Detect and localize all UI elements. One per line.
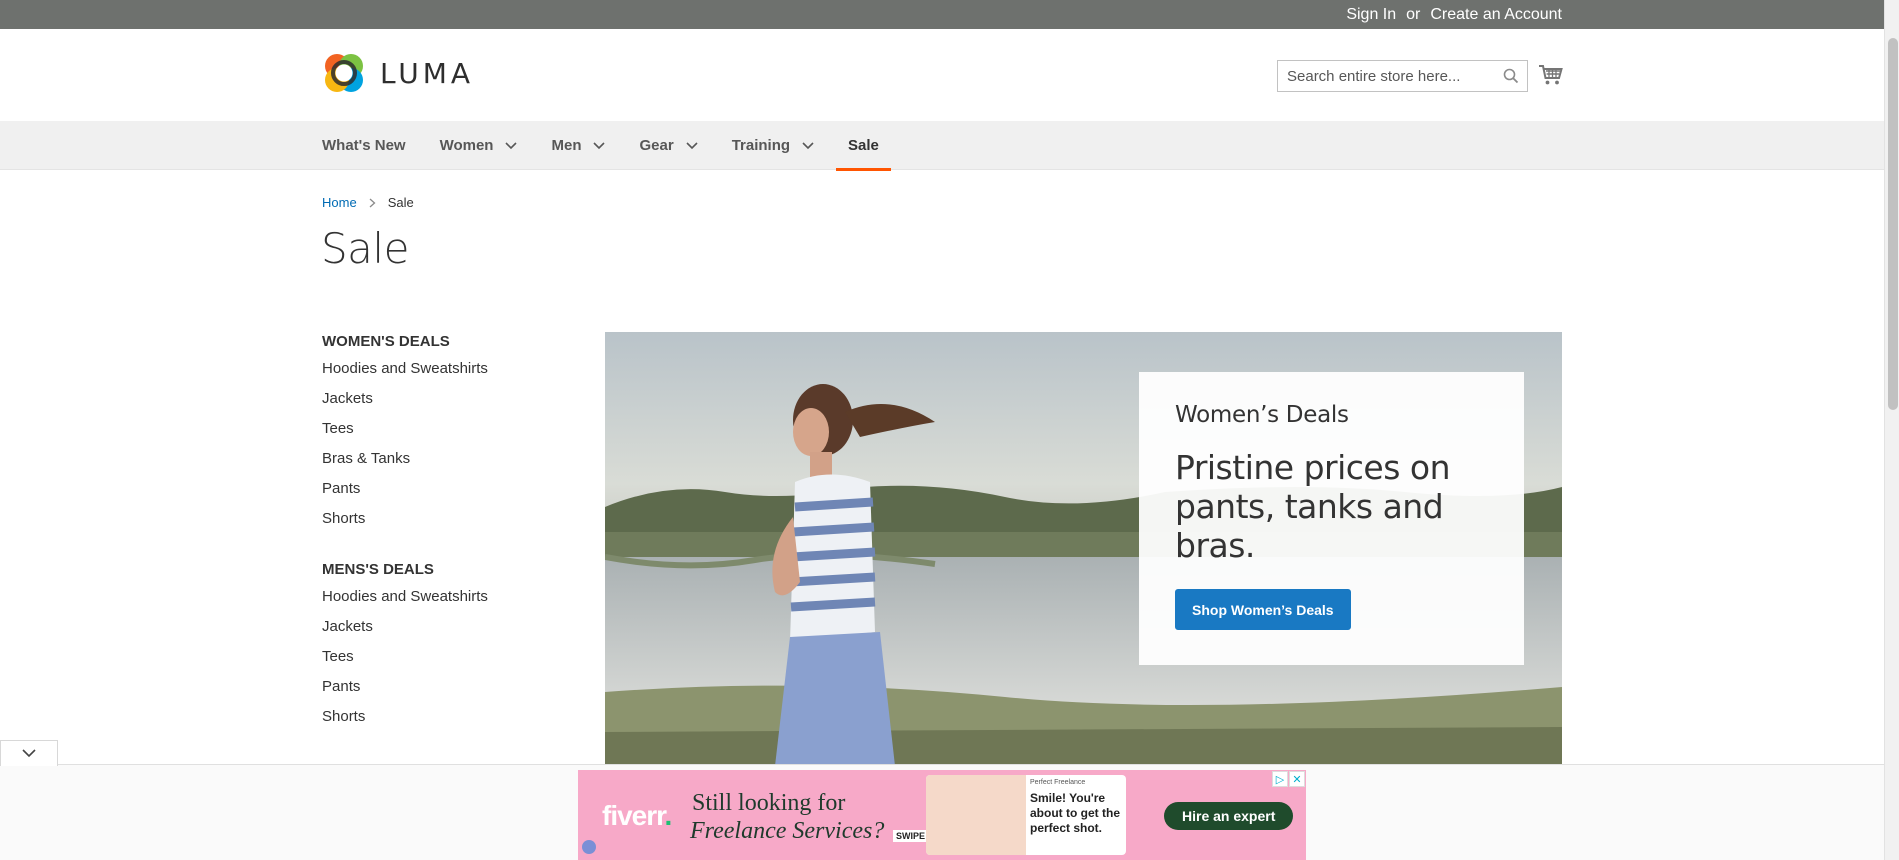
breadcrumb-home-link[interactable]: Home xyxy=(322,195,357,210)
page-title: Sale xyxy=(321,224,409,273)
luma-logo-icon xyxy=(325,54,363,92)
search-icon[interactable] xyxy=(1503,68,1519,84)
mens-deals-heading: MENS'S DEALS xyxy=(322,561,434,578)
fiverr-dot: . xyxy=(664,800,673,831)
sidebar-link-women-hoodies[interactable]: Hoodies and Sweatshirts xyxy=(322,354,572,384)
shop-womens-deals-button[interactable]: Shop Women’s Deals xyxy=(1175,589,1351,630)
nav-label: What's New xyxy=(322,137,406,154)
or-text: or xyxy=(1406,5,1421,23)
sidebar-link-women-jackets[interactable]: Jackets xyxy=(322,384,572,414)
search-box xyxy=(1277,60,1528,92)
sidebar-link-men-hoodies[interactable]: Hoodies and Sweatshirts xyxy=(322,582,572,612)
chevron-right-icon xyxy=(369,198,376,207)
nav-item-women[interactable]: Women xyxy=(440,121,518,170)
sidebar-link-women-pants[interactable]: Pants xyxy=(322,474,572,504)
breadcrumb: Home Sale xyxy=(322,195,414,210)
top-bar: Sign In or Create an Account xyxy=(0,0,1884,29)
sidebar-link-women-bras-tanks[interactable]: Bras & Tanks xyxy=(322,444,572,474)
nav-item-men[interactable]: Men xyxy=(551,121,606,170)
ad-tagline-line1: Still looking for xyxy=(692,790,846,816)
ad-tagline-line2: Freelance Services? xyxy=(690,818,885,844)
promo-kicker: Women’s Deals xyxy=(1175,402,1349,428)
nav-item-gear[interactable]: Gear xyxy=(639,121,698,170)
store-logo[interactable]: LUMA xyxy=(322,51,474,95)
fiverr-logo: fiverr. xyxy=(602,800,673,832)
nav-item-sale[interactable]: Sale xyxy=(836,121,891,171)
ad-swipe-label: SWIPE xyxy=(893,830,929,842)
close-icon[interactable]: ✕ xyxy=(1289,771,1305,787)
deals-sidebar: WOMEN'S DEALS Hoodies and Sweatshirts Ja… xyxy=(322,330,572,756)
collapse-ad-toggle[interactable] xyxy=(0,740,58,766)
sidebar-link-men-pants[interactable]: Pants xyxy=(322,672,572,702)
fiverr-ad-banner[interactable]: fiverr. Still looking for Freelance Serv… xyxy=(578,770,1306,860)
mens-deals-group: MENS'S DEALS Hoodies and Sweatshirts Jac… xyxy=(322,558,572,732)
cart-icon[interactable] xyxy=(1538,62,1564,88)
logo-wordmark: LUMA xyxy=(380,56,475,90)
search-input[interactable] xyxy=(1278,61,1488,91)
nav-label: Women xyxy=(439,137,494,154)
womens-deals-hero[interactable]: Women’s Deals Pristine prices on pants, … xyxy=(605,332,1562,766)
chevron-down-icon xyxy=(802,141,814,149)
sign-in-link[interactable]: Sign In xyxy=(1346,6,1396,24)
create-account-link[interactable]: Create an Account xyxy=(1430,6,1562,24)
womens-deals-heading: WOMEN'S DEALS xyxy=(322,333,450,350)
ad-card-message: Smile! You're about to get the perfect s… xyxy=(1030,791,1120,835)
chevron-down-icon xyxy=(22,749,36,758)
sidebar-link-women-tees[interactable]: Tees xyxy=(322,414,572,444)
main-navigation: What's New Women Men Gear Training Sale xyxy=(0,121,1884,171)
sidebar-link-men-shorts[interactable]: Shorts xyxy=(322,702,572,732)
nav-label: Gear xyxy=(639,137,674,154)
ad-info-icon[interactable] xyxy=(582,840,596,854)
ad-photo-card: Perfect Freelance Smile! You're about to… xyxy=(926,775,1126,855)
ad-choices: ▷ ✕ xyxy=(1272,771,1305,787)
promo-headline: Pristine prices on pants, tanks and bras… xyxy=(1175,448,1450,565)
fiverr-wordmark: fiverr xyxy=(602,800,665,831)
nav-label: Training xyxy=(731,137,791,154)
site-header: LUMA xyxy=(0,29,1884,121)
breadcrumb-current: Sale xyxy=(387,195,414,210)
ad-card-caption: Perfect Freelance xyxy=(1030,779,1086,786)
vertical-scrollbar[interactable] xyxy=(1884,0,1899,860)
chevron-down-icon xyxy=(593,141,606,149)
nav-label: Men xyxy=(551,137,582,154)
sidebar-link-women-shorts[interactable]: Shorts xyxy=(322,504,572,534)
hire-an-expert-button[interactable]: Hire an expert xyxy=(1164,802,1294,830)
womens-deals-group: WOMEN'S DEALS Hoodies and Sweatshirts Ja… xyxy=(322,330,572,534)
sidebar-link-men-tees[interactable]: Tees xyxy=(322,642,572,672)
nav-label: Sale xyxy=(848,137,879,154)
account-links: Sign In or Create an Account xyxy=(1346,0,1562,29)
nav-item-training[interactable]: Training xyxy=(732,121,814,170)
chevron-down-icon xyxy=(686,141,698,149)
chevron-down-icon xyxy=(505,141,518,149)
sidebar-link-men-jackets[interactable]: Jackets xyxy=(322,612,572,642)
ad-card-image xyxy=(926,775,1026,855)
scrollbar-thumb[interactable] xyxy=(1888,38,1898,410)
promo-card: Women’s Deals Pristine prices on pants, … xyxy=(1139,372,1524,665)
ad-choices-icon[interactable]: ▷ xyxy=(1272,771,1288,787)
nav-item-whats-new[interactable]: What's New xyxy=(322,121,406,170)
